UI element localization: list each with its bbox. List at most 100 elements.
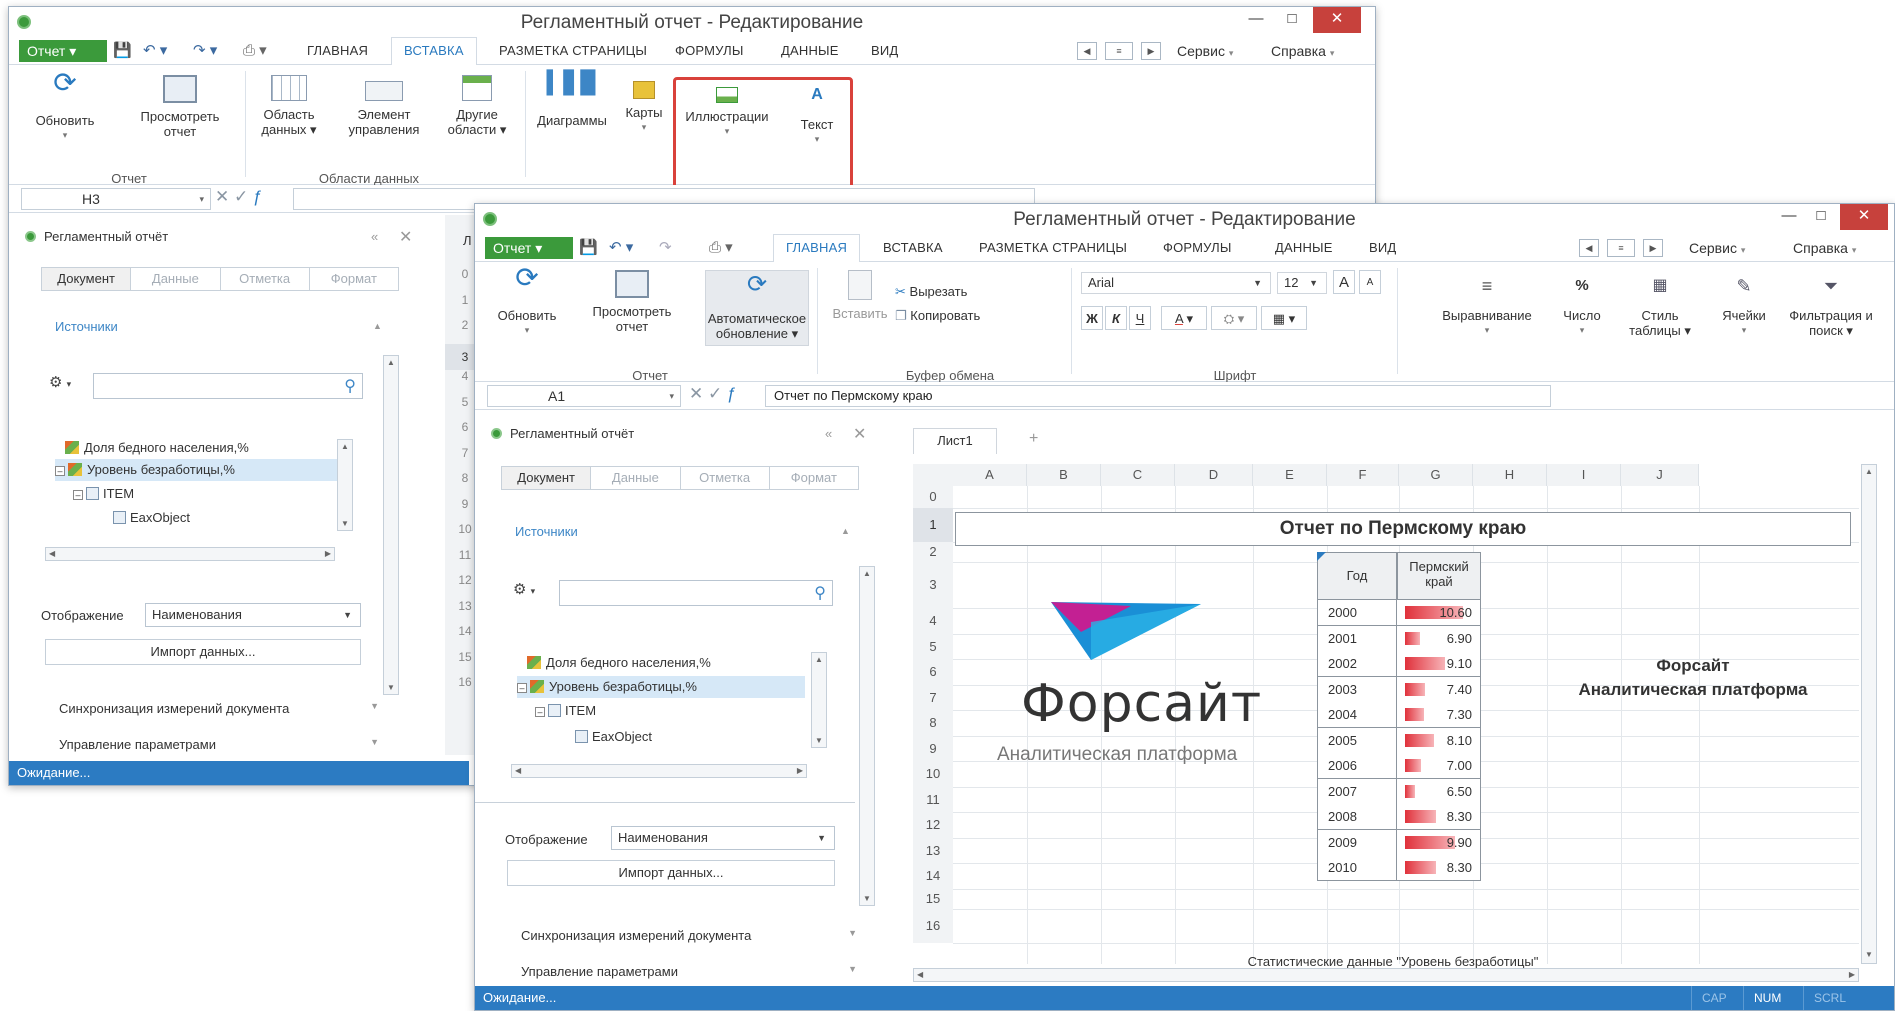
tree-scrollbar[interactable]: ▲ ▼ — [811, 652, 827, 748]
import-data-button[interactable]: Импорт данных... — [45, 639, 361, 665]
row-header[interactable]: 8 — [913, 710, 953, 736]
help-menu[interactable]: Справка ▾ — [1793, 240, 1856, 256]
sync-dimensions-section[interactable]: Синхронизация измерений документа ▼ — [521, 928, 857, 943]
paste-button[interactable]: Вставить — [831, 270, 889, 321]
auto-update-button[interactable]: ⟳ Автоматическое обновление ▾ — [705, 270, 809, 346]
maps-button[interactable]: Карты ▾ — [619, 75, 669, 135]
maximize-button[interactable]: □ — [1804, 204, 1838, 230]
column-header[interactable]: F — [1327, 464, 1399, 486]
table-value-cell[interactable]: 6.90 — [1397, 625, 1481, 652]
other-areas-button[interactable]: Другие области ▾ — [435, 75, 519, 137]
tree-item[interactable]: Доля бедного населения,% — [527, 652, 711, 674]
params-section[interactable]: Управление параметрами ▼ — [59, 737, 379, 752]
cut-button[interactable]: ✂ Вырезать — [895, 284, 967, 299]
table-header-region[interactable]: Пермский край — [1397, 552, 1481, 600]
tree-scrollbar[interactable]: ▲ ▼ — [337, 439, 353, 531]
tab-page-layout[interactable]: РАЗМЕТКА СТРАНИЦЫ — [979, 240, 1127, 255]
corner-cell[interactable] — [913, 464, 953, 486]
tree-item[interactable]: – ITEM — [73, 483, 134, 505]
font-shrink-button[interactable]: A — [1359, 270, 1381, 294]
tree-item[interactable]: EaxObject — [575, 726, 652, 748]
column-header[interactable]: I — [1547, 464, 1621, 486]
control-element-button[interactable]: Элемент управления — [341, 75, 427, 137]
column-header[interactable]: J — [1621, 464, 1699, 486]
tree-item[interactable]: Доля бедного населения,% — [65, 437, 249, 459]
row-header[interactable]: 2 — [913, 542, 953, 562]
scrollbar-vertical[interactable]: ▲ ▼ — [859, 566, 875, 906]
copy-button[interactable]: ❐ Копировать — [895, 308, 980, 323]
nav-next-icon[interactable]: ▶ — [1141, 42, 1161, 60]
table-year-cell[interactable]: 2003 — [1317, 676, 1397, 703]
tab-insert[interactable]: ВСТАВКА — [883, 240, 943, 255]
close-panel-icon[interactable]: ✕ — [853, 424, 866, 444]
scrollbar-vertical[interactable]: ▲ ▼ — [383, 355, 399, 695]
sync-dimensions-section[interactable]: Синхронизация измерений документа ▼ — [59, 701, 379, 716]
tree-item[interactable]: – ITEM — [535, 700, 596, 722]
tree-hscrollbar[interactable]: ◀ ▶ — [45, 547, 335, 561]
minimize-button[interactable]: — — [1239, 7, 1273, 33]
table-header-year[interactable]: Год — [1317, 552, 1397, 600]
bold-button[interactable]: Ж — [1081, 306, 1103, 330]
undo-icon[interactable]: ↶ ▾ — [143, 41, 167, 59]
column-header[interactable]: D — [1175, 464, 1253, 486]
formula-icons[interactable]: ✕ ✓ ƒ — [215, 187, 262, 207]
table-value-cell[interactable]: 7.30 — [1397, 702, 1481, 728]
display-select[interactable]: Наименования ▼ — [611, 826, 835, 850]
undo-icon[interactable]: ↶ ▾ — [609, 238, 633, 256]
row-header[interactable]: 1 — [913, 508, 953, 542]
filter-search-button[interactable]: ⏷ Фильтрация и поиск ▾ — [1781, 270, 1881, 338]
cell-reference[interactable]: H3 ▾ — [21, 188, 211, 210]
row-header[interactable]: 11 — [913, 786, 953, 812]
sources-section[interactable]: Источники — [515, 524, 578, 539]
column-header[interactable]: G — [1399, 464, 1473, 486]
illustrations-button[interactable]: Иллюстрации ▾ — [677, 79, 777, 139]
service-menu[interactable]: Сервис ▾ — [1177, 43, 1233, 59]
nav-next-icon[interactable]: ▶ — [1643, 239, 1663, 257]
refresh-button[interactable]: ⟳ Обновить ▾ — [487, 264, 567, 338]
tab-page-layout[interactable]: РАЗМЕТКА СТРАНИЦЫ — [499, 43, 647, 58]
row-header[interactable]: 6 — [913, 659, 953, 685]
column-header[interactable]: A — [953, 464, 1027, 486]
tab-formulas[interactable]: ФОРМУЛЫ — [1163, 240, 1232, 255]
print-icon[interactable]: ⎙ ▾ — [709, 238, 733, 256]
maximize-button[interactable]: □ — [1275, 7, 1309, 33]
print-icon[interactable]: ⎙ ▾ — [243, 41, 267, 59]
redo-icon[interactable]: ↷ — [659, 238, 672, 256]
table-value-cell[interactable]: 8.10 — [1397, 727, 1481, 754]
tab-mark[interactable]: Отметка — [221, 268, 310, 290]
column-header[interactable]: H — [1473, 464, 1547, 486]
tab-insert[interactable]: ВСТАВКА — [391, 37, 477, 66]
table-value-cell[interactable]: 9.10 — [1397, 651, 1481, 677]
tab-mark[interactable]: Отметка — [681, 467, 770, 489]
tab-document[interactable]: Документ — [42, 268, 132, 290]
table-value-cell[interactable]: 10.60 — [1397, 600, 1481, 626]
table-year-cell[interactable]: 2007 — [1317, 778, 1397, 805]
table-value-cell[interactable]: 7.40 — [1397, 676, 1481, 703]
row-header[interactable]: 4 — [913, 608, 953, 634]
view-report-button[interactable]: Просмотреть отчет — [583, 270, 681, 334]
table-value-cell[interactable]: 6.50 — [1397, 778, 1481, 805]
collapse-panel-icon[interactable]: « — [371, 229, 378, 244]
formula-icons[interactable]: ✕ ✓ ƒ — [689, 384, 736, 404]
table-year-cell[interactable]: 2004 — [1317, 702, 1397, 728]
tab-home[interactable]: ГЛАВНАЯ — [307, 43, 368, 58]
settings-gear-icon[interactable]: ⚙ ▾ — [513, 580, 535, 598]
column-header[interactable]: C — [1101, 464, 1175, 486]
view-report-button[interactable]: Просмотреть отчет — [125, 75, 235, 139]
search-input[interactable]: ⚲ — [559, 580, 833, 606]
borders-button[interactable]: ▦ ▾ — [1261, 306, 1307, 330]
tab-data[interactable]: Данные — [591, 467, 681, 489]
tab-data[interactable]: ДАННЫЕ — [781, 43, 839, 58]
text-button[interactable]: A Текст ▾ — [785, 79, 849, 147]
table-value-cell[interactable]: 9.90 — [1397, 829, 1481, 856]
close-panel-icon[interactable]: ✕ — [399, 227, 412, 247]
params-section[interactable]: Управление параметрами ▼ — [521, 964, 857, 979]
font-size-select[interactable]: 12 ▼ — [1277, 272, 1327, 294]
row-header[interactable]: 9 — [913, 735, 953, 761]
font-grow-button[interactable]: A — [1333, 270, 1355, 294]
tab-data[interactable]: Данные — [131, 268, 221, 290]
nav-list-icon[interactable]: ≡ — [1607, 239, 1635, 257]
tab-data[interactable]: ДАННЫЕ — [1275, 240, 1333, 255]
report-menu-button[interactable]: Отчет ▾ — [19, 40, 107, 62]
formula-input[interactable]: Отчет по Пермскому краю — [765, 385, 1551, 407]
